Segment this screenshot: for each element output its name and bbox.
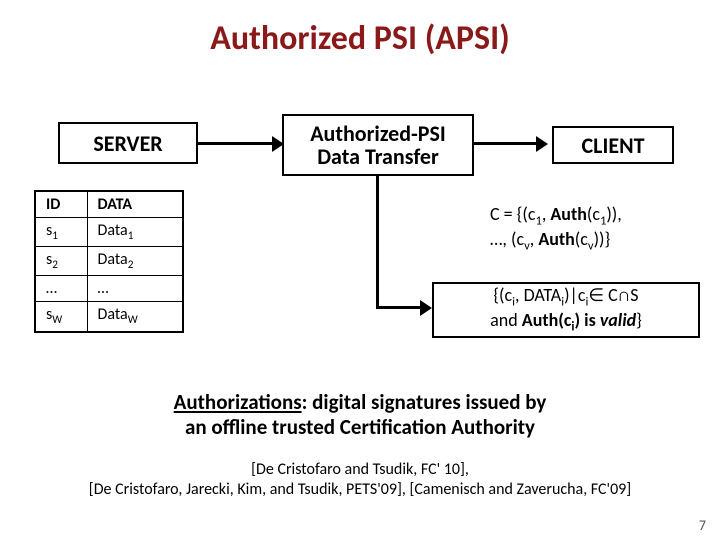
ref-line1: [De Cristofaro and Tsudik, FC' 10],: [251, 460, 469, 479]
page-number: 7: [699, 517, 706, 534]
cell-id: s2: [35, 247, 87, 276]
table-row: ……: [35, 276, 183, 302]
cell-id: …: [35, 276, 87, 302]
client-set: C = {(c1, Auth(c1)),…, (cv, Auth(cv))}: [490, 204, 700, 254]
ref-line2: [De Cristofaro, Jarecki, Kim, and Tsudik…: [89, 480, 631, 499]
references: [De Cristofaro and Tsudik, FC' 10], [De …: [0, 460, 720, 500]
page-title: Authorized PSI (APSI): [0, 0, 720, 59]
cell-data: Data1: [87, 218, 183, 247]
result-box: {(ci, DATAi)|ci∈ C∩Sand Auth(ci) is vali…: [432, 282, 700, 338]
server-table: ID DATA s1Data1s2Data2……sWDataW: [34, 190, 184, 333]
diagram: SERVER Authorized-PSI Data Transfer CLIE…: [0, 110, 720, 370]
client-box: CLIENT: [552, 126, 674, 164]
table-row: s1Data1: [35, 218, 183, 247]
server-box: SERVER: [58, 122, 198, 164]
cell-id: s1: [35, 218, 87, 247]
cell-data: …: [87, 276, 183, 302]
cell-data: Data2: [87, 247, 183, 276]
th-id: ID: [35, 191, 87, 218]
cell-id: sW: [35, 302, 87, 332]
table-row: s2Data2: [35, 247, 183, 276]
table-row: sWDataW: [35, 302, 183, 332]
th-data: DATA: [87, 191, 183, 218]
caption: Authorizations: digital signatures issue…: [0, 390, 720, 440]
apsi-line2: Data Transfer: [317, 143, 439, 170]
apsi-box: Authorized-PSI Data Transfer: [282, 114, 474, 176]
cell-data: DataW: [87, 302, 183, 332]
